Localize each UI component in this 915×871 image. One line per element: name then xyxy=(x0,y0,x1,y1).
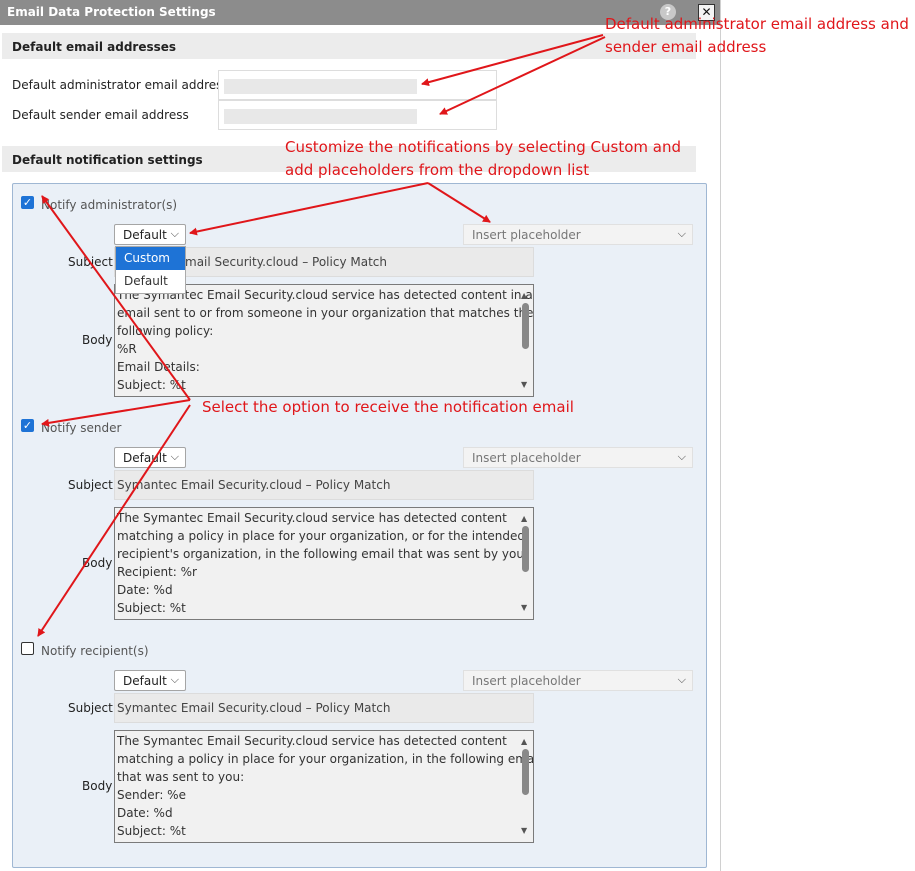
chevron-down-icon: ⌵ xyxy=(677,673,686,686)
recipient-body-scrollbar[interactable]: ▲ ▼ xyxy=(518,732,532,841)
notify-recipient-checkbox[interactable] xyxy=(21,642,34,655)
body-line: Date: %d xyxy=(117,583,173,597)
check-icon: ✓ xyxy=(22,419,33,432)
email-data-protection-dialog: Email Data Protection Settings ? ✕ Defau… xyxy=(0,0,721,871)
body-line: recipient's organization, in the followi… xyxy=(117,547,528,561)
admin-subject-label: Subject xyxy=(68,255,113,269)
sender-body-label: Body xyxy=(82,556,113,570)
admin-template-select[interactable]: Default ⌵ xyxy=(114,224,186,245)
section-default-email-addresses: Default email addresses xyxy=(2,33,696,59)
sender-email-label: Default sender email address xyxy=(12,108,189,122)
admin-email-label: Default administrator email address xyxy=(12,78,229,92)
annotation-email-line1: Default administrator email address and xyxy=(605,15,909,33)
body-line: Subject: %t xyxy=(117,601,186,615)
scroll-down-icon[interactable]: ▼ xyxy=(521,599,527,617)
body-line: The Symantec Email Security.cloud servic… xyxy=(117,511,507,525)
body-line: Date: %d xyxy=(117,806,173,820)
sender-template-select[interactable]: Default ⌵ xyxy=(114,447,186,468)
sender-email-value xyxy=(224,109,417,124)
notify-sender-checkbox[interactable]: ✓ xyxy=(21,419,34,432)
notify-admin-label: Notify administrator(s) xyxy=(41,198,178,212)
dropdown-option-custom[interactable]: Custom xyxy=(116,247,185,270)
sender-placeholder-text: Insert placeholder xyxy=(472,451,581,465)
notify-recipient-label: Notify recipient(s) xyxy=(41,644,149,658)
notify-sender-label: Notify sender xyxy=(41,421,122,435)
body-line: matching a policy in place for your orga… xyxy=(117,529,525,543)
recipient-body-textarea[interactable]: The Symantec Email Security.cloud servic… xyxy=(114,730,534,843)
dialog-title: Email Data Protection Settings xyxy=(7,5,216,19)
recipient-subject-label: Subject xyxy=(68,701,113,715)
sender-template-value: Default xyxy=(123,451,167,465)
admin-email-value xyxy=(224,79,417,94)
recipient-subject-field[interactable]: Symantec Email Security.cloud – Policy M… xyxy=(114,693,534,723)
sender-body-scrollbar[interactable]: ▲ ▼ xyxy=(518,509,532,618)
admin-body-textarea[interactable]: The Symantec Email Security.cloud servic… xyxy=(114,284,534,397)
body-line: Recipient: %r xyxy=(117,565,197,579)
body-line: Email Details: xyxy=(117,360,200,374)
body-line: matching a policy in place for your orga… xyxy=(117,752,534,766)
annotation-custom-line1: Customize the notifications by selecting… xyxy=(285,138,681,156)
body-line: Subject: %t xyxy=(117,378,186,392)
chevron-down-icon: ⌵ xyxy=(677,227,686,240)
recipient-template-value: Default xyxy=(123,674,167,688)
scroll-thumb[interactable] xyxy=(522,303,529,349)
annotation-select-option: Select the option to receive the notific… xyxy=(202,398,574,416)
sender-subject-label: Subject xyxy=(68,478,113,492)
recipient-insert-placeholder-select[interactable]: Insert placeholder ⌵ xyxy=(463,670,693,691)
sender-subject-field[interactable]: Symantec Email Security.cloud – Policy M… xyxy=(114,470,534,500)
sender-body-textarea[interactable]: The Symantec Email Security.cloud servic… xyxy=(114,507,534,620)
body-line: Sender: %e xyxy=(117,788,186,802)
check-icon: ✓ xyxy=(22,196,33,209)
body-line: following policy: xyxy=(117,324,214,338)
chevron-down-icon: ⌵ xyxy=(170,450,179,463)
chevron-down-icon: ⌵ xyxy=(170,673,179,686)
body-line: Subject: %t xyxy=(117,824,186,838)
chevron-down-icon: ⌵ xyxy=(677,450,686,463)
scroll-down-icon[interactable]: ▼ xyxy=(521,822,527,840)
admin-insert-placeholder-select[interactable]: Insert placeholder ⌵ xyxy=(463,224,693,245)
body-line: %R xyxy=(117,342,137,356)
recipient-body-label: Body xyxy=(82,779,113,793)
recipient-template-select[interactable]: Default ⌵ xyxy=(114,670,186,691)
scroll-down-icon[interactable]: ▼ xyxy=(521,376,527,394)
body-line: The Symantec Email Security.cloud servic… xyxy=(117,734,507,748)
sender-email-field[interactable] xyxy=(218,100,497,130)
body-line: email sent to or from someone in your or… xyxy=(117,306,534,320)
notify-admin-checkbox[interactable]: ✓ xyxy=(21,196,34,209)
body-line: that was sent to you: xyxy=(117,770,245,784)
sender-insert-placeholder-select[interactable]: Insert placeholder ⌵ xyxy=(463,447,693,468)
scroll-thumb[interactable] xyxy=(522,526,529,572)
recipient-placeholder-text: Insert placeholder xyxy=(472,674,581,688)
dropdown-option-default[interactable]: Default xyxy=(116,270,185,293)
admin-email-field[interactable] xyxy=(218,70,497,100)
admin-body-label: Body xyxy=(82,333,113,347)
admin-placeholder-text: Insert placeholder xyxy=(472,228,581,242)
chevron-down-icon: ⌵ xyxy=(170,227,179,240)
admin-body-scrollbar[interactable]: ▲ ▼ xyxy=(518,286,532,395)
admin-template-value: Default xyxy=(123,228,167,242)
template-dropdown-list: Custom Default xyxy=(115,246,186,294)
annotation-email-line2: sender email address xyxy=(605,38,767,56)
scroll-thumb[interactable] xyxy=(522,749,529,795)
annotation-custom-line2: add placeholders from the dropdown list xyxy=(285,161,590,179)
